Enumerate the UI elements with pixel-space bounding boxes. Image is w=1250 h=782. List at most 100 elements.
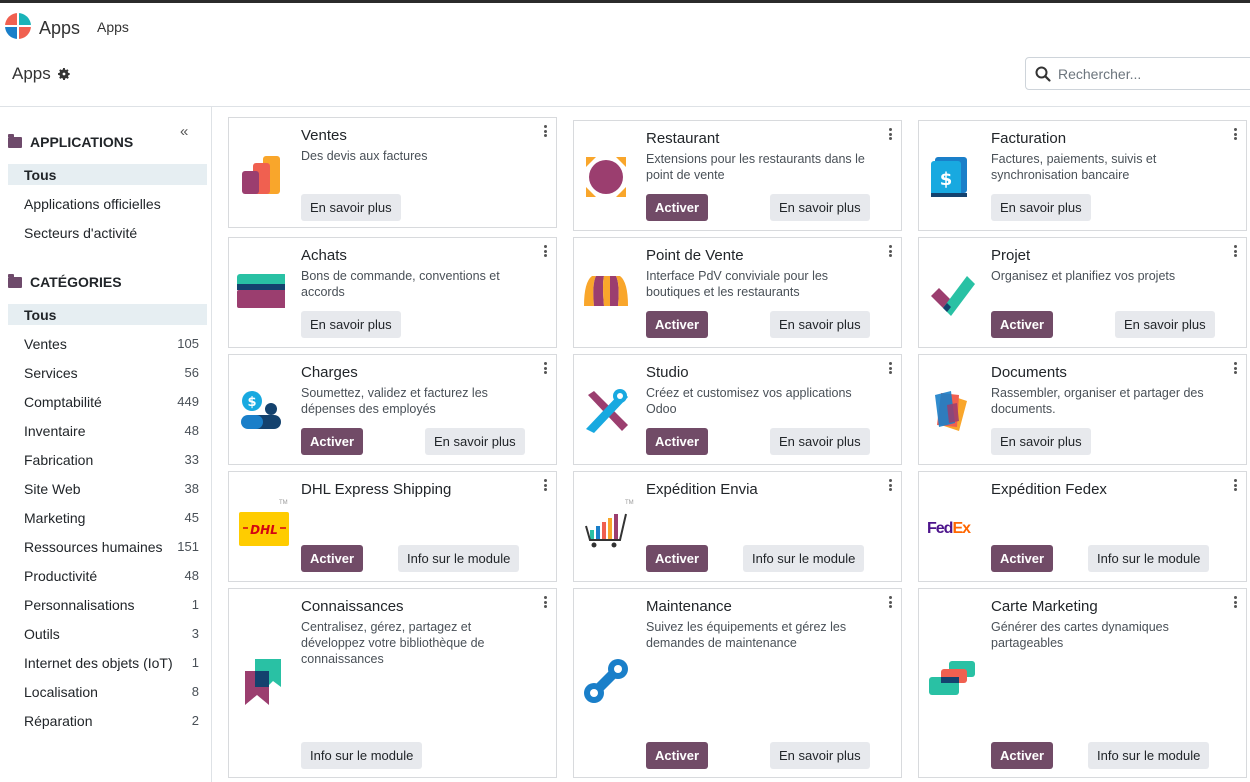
app-card-point-of-sale[interactable]: Point de Vente Interface PdV conviviale … <box>573 237 902 348</box>
app-card-invoicing[interactable]: $ Facturation Factures, paiements, suivi… <box>918 120 1247 231</box>
navbar-menu-apps[interactable]: Apps <box>97 19 129 35</box>
app-card-project[interactable]: Projet Organisez et planifiez vos projet… <box>918 237 1247 348</box>
card-menu-icon[interactable] <box>542 124 548 138</box>
module-info-button[interactable]: Info sur le module <box>301 742 423 769</box>
sidebar-category-inventory[interactable]: Inventaire 48 <box>8 420 207 441</box>
learn-more-button[interactable]: En savoir plus <box>1115 311 1215 338</box>
learn-more-button[interactable]: En savoir plus <box>770 742 870 769</box>
sidebar-category-all[interactable]: Tous <box>8 304 207 325</box>
sidebar-category-marketing[interactable]: Marketing 45 <box>8 507 207 528</box>
card-menu-icon[interactable] <box>887 244 893 258</box>
sidebar-item-count: 45 <box>184 510 199 525</box>
activate-button[interactable]: Activer <box>646 545 709 572</box>
sidebar-category-manufacturing[interactable]: Fabrication 33 <box>8 449 207 470</box>
learn-more-button[interactable]: En savoir plus <box>770 311 870 338</box>
sidebar-item-all-apps[interactable]: Tous <box>8 164 207 185</box>
app-card-expenses[interactable]: $ Charges Soumettez, validez et facturez… <box>228 354 557 465</box>
module-info-button[interactable]: Info sur le module <box>398 545 520 572</box>
app-card-envia[interactable]: TM Expédition Envia Activer Info sur le … <box>573 471 902 582</box>
folder-icon <box>8 133 22 148</box>
activate-button[interactable]: Activer <box>991 311 1054 338</box>
module-info-button[interactable]: Info sur le module <box>1088 545 1210 572</box>
card-menu-icon[interactable] <box>1232 595 1238 609</box>
card-description: Suivez les équipements et gérez les dema… <box>646 620 847 650</box>
app-card-marketing-card[interactable]: Carte Marketing Générer des cartes dynam… <box>918 588 1247 778</box>
sidebar-category-repair[interactable]: Réparation 2 <box>8 710 207 731</box>
sidebar-category-sales[interactable]: Ventes 105 <box>8 333 207 354</box>
sidebar-item-label: Localisation <box>24 683 98 700</box>
card-menu-icon[interactable] <box>542 595 548 609</box>
sidebar-item-official-apps[interactable]: Applications officielles <box>8 193 207 214</box>
card-menu-icon[interactable] <box>1232 478 1238 492</box>
activate-button[interactable]: Activer <box>646 194 709 221</box>
dhl-logo-icon: DHL <box>239 512 289 546</box>
card-menu-icon[interactable] <box>542 244 548 258</box>
app-card-purchase[interactable]: Achats Bons de commande, conventions et … <box>228 237 557 348</box>
learn-more-button[interactable]: En savoir plus <box>425 428 525 455</box>
sidebar-category-productivity[interactable]: Productivité 48 <box>8 565 207 586</box>
app-card-documents[interactable]: Documents Rassembler, organiser et parta… <box>918 354 1247 465</box>
gear-icon[interactable] <box>57 67 71 81</box>
learn-more-button[interactable]: En savoir plus <box>770 194 870 221</box>
activate-button[interactable]: Activer <box>646 742 709 769</box>
card-menu-icon[interactable] <box>1232 127 1238 141</box>
sidebar-category-iot[interactable]: Internet des objets (IoT) 1 <box>8 652 207 673</box>
activate-button[interactable]: Activer <box>301 545 364 572</box>
learn-more-button[interactable]: En savoir plus <box>991 428 1091 455</box>
trademark-mark: TM <box>279 500 288 506</box>
sidebar-category-tools[interactable]: Outils 3 <box>8 623 207 644</box>
card-menu-icon[interactable] <box>887 361 893 375</box>
sidebar-item-label: Inventaire <box>24 422 86 439</box>
sidebar: « APPLICATIONS Tous Applications officie… <box>0 107 212 782</box>
learn-more-button[interactable]: En savoir plus <box>301 194 401 221</box>
card-title: Documents <box>991 364 1067 381</box>
card-menu-icon[interactable] <box>542 361 548 375</box>
app-card-sales[interactable]: Ventes Des devis aux factures En savoir … <box>228 117 557 228</box>
app-card-dhl[interactable]: DHL TM DHL Express Shipping Activer Info… <box>228 471 557 582</box>
sidebar-category-hr[interactable]: Ressources humaines 151 <box>8 536 207 557</box>
sidebar-category-customizations[interactable]: Personnalisations 1 <box>8 594 207 615</box>
learn-more-button[interactable]: En savoir plus <box>991 194 1091 221</box>
search-input[interactable] <box>1058 65 1238 82</box>
card-title: Charges <box>301 364 358 381</box>
search-box[interactable] <box>1025 57 1250 90</box>
card-menu-icon[interactable] <box>542 478 548 492</box>
app-card-restaurant[interactable]: Restaurant Extensions pour les restauran… <box>573 120 902 231</box>
activate-button[interactable]: Activer <box>991 545 1054 572</box>
card-menu-icon[interactable] <box>887 127 893 141</box>
card-menu-icon[interactable] <box>1232 244 1238 258</box>
apps-logo-icon[interactable] <box>5 13 31 39</box>
navbar-app-name[interactable]: Apps <box>39 18 80 39</box>
sidebar-category-localization[interactable]: Localisation 8 <box>8 681 207 702</box>
card-title: Connaissances <box>301 598 404 615</box>
sidebar-item-label: Marketing <box>24 509 86 526</box>
activate-button[interactable]: Activer <box>646 311 709 338</box>
card-menu-icon[interactable] <box>887 478 893 492</box>
card-menu-icon[interactable] <box>1232 361 1238 375</box>
collapse-sidebar-icon[interactable]: « <box>180 123 188 140</box>
activate-button[interactable]: Activer <box>301 428 364 455</box>
sidebar-item-count: 48 <box>184 423 199 438</box>
sidebar-item-label: Réparation <box>24 712 93 729</box>
project-icon <box>931 276 975 316</box>
sidebar-category-accounting[interactable]: Comptabilité 449 <box>8 391 207 412</box>
trademark-mark: TM <box>625 500 634 506</box>
activate-button[interactable]: Activer <box>991 742 1054 769</box>
app-card-maintenance[interactable]: Maintenance Suivez les équipements et gé… <box>573 588 902 778</box>
activate-button[interactable]: Activer <box>646 428 709 455</box>
sidebar-item-count: 3 <box>191 626 199 641</box>
app-card-fedex[interactable]: FedEx Expédition Fedex Activer Info sur … <box>918 471 1247 582</box>
card-description: Interface PdV conviviale pour les boutiq… <box>646 269 829 299</box>
sidebar-item-industries[interactable]: Secteurs d'activité <box>8 222 207 243</box>
module-info-button[interactable]: Info sur le module <box>743 545 865 572</box>
card-menu-icon[interactable] <box>887 595 893 609</box>
learn-more-button[interactable]: En savoir plus <box>301 311 401 338</box>
sidebar-category-website[interactable]: Site Web 38 <box>8 478 207 499</box>
sidebar-category-services[interactable]: Services 56 <box>8 362 207 383</box>
app-card-knowledge[interactable]: Connaissances Centralisez, gérez, partag… <box>228 588 557 778</box>
app-card-studio[interactable]: Studio Créez et customisez vos applicati… <box>573 354 902 465</box>
module-info-button[interactable]: Info sur le module <box>1088 742 1210 769</box>
learn-more-button[interactable]: En savoir plus <box>770 428 870 455</box>
sidebar-item-label: Comptabilité <box>24 393 102 410</box>
card-title: Maintenance <box>646 598 732 615</box>
